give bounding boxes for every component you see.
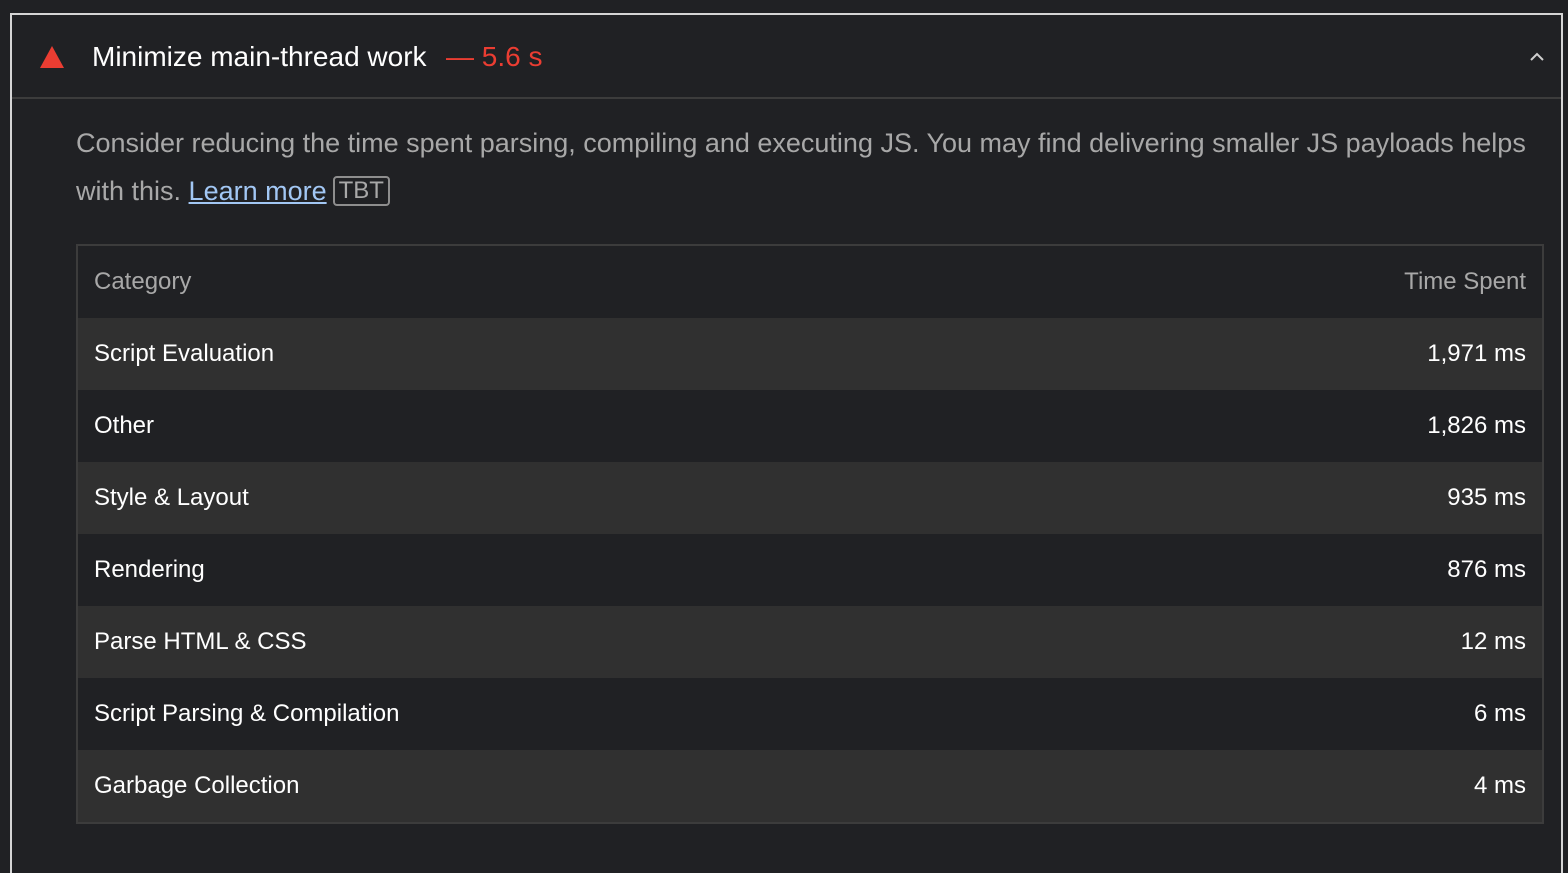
audit-description: Consider reducing the time spent parsing… (76, 119, 1536, 215)
row-time: 12 ms (1460, 628, 1526, 655)
table-row: Rendering 876 ms (78, 534, 1542, 606)
row-category: Style & Layout (94, 484, 249, 511)
table-header-row: Category Time Spent (78, 246, 1542, 318)
row-time: 1,826 ms (1427, 412, 1526, 439)
table-row: Garbage Collection 4 ms (78, 750, 1542, 822)
category-table: Category Time Spent Script Evaluation 1,… (76, 244, 1544, 824)
row-time: 935 ms (1447, 484, 1526, 511)
table-row: Script Evaluation 1,971 ms (78, 318, 1542, 390)
row-time: 6 ms (1473, 700, 1526, 727)
row-category: Script Parsing & Compilation (94, 700, 400, 727)
row-category: Rendering (94, 556, 205, 583)
table-row: Other 1,826 ms (78, 390, 1542, 462)
column-header-time-spent: Time Spent (1404, 268, 1526, 295)
audit-score: — 5.6 s (446, 41, 543, 72)
warning-triangle-icon (40, 46, 64, 68)
audit-title: Minimize main-thread work (92, 41, 427, 72)
row-time: 876 ms (1447, 556, 1526, 583)
row-category: Garbage Collection (94, 772, 300, 799)
tbt-badge: TBT (332, 176, 390, 206)
table-row: Parse HTML & CSS 12 ms (78, 606, 1542, 678)
row-time: 4 ms (1473, 772, 1526, 799)
table-row: Script Parsing & Compilation 6 ms (78, 678, 1542, 750)
learn-more-link[interactable]: Learn more (189, 176, 327, 206)
column-header-category: Category (94, 268, 192, 295)
audit-header[interactable]: Minimize main-thread work — 5.6 s (12, 15, 1561, 99)
chevron-up-icon[interactable] (1529, 49, 1545, 65)
row-time: 1,971 ms (1427, 340, 1526, 367)
row-category: Script Evaluation (94, 340, 275, 367)
audit-panel: Minimize main-thread work — 5.6 s Consid… (10, 13, 1563, 873)
row-category: Other (94, 412, 155, 439)
row-category: Parse HTML & CSS (94, 628, 307, 655)
table-row: Style & Layout 935 ms (78, 462, 1542, 534)
